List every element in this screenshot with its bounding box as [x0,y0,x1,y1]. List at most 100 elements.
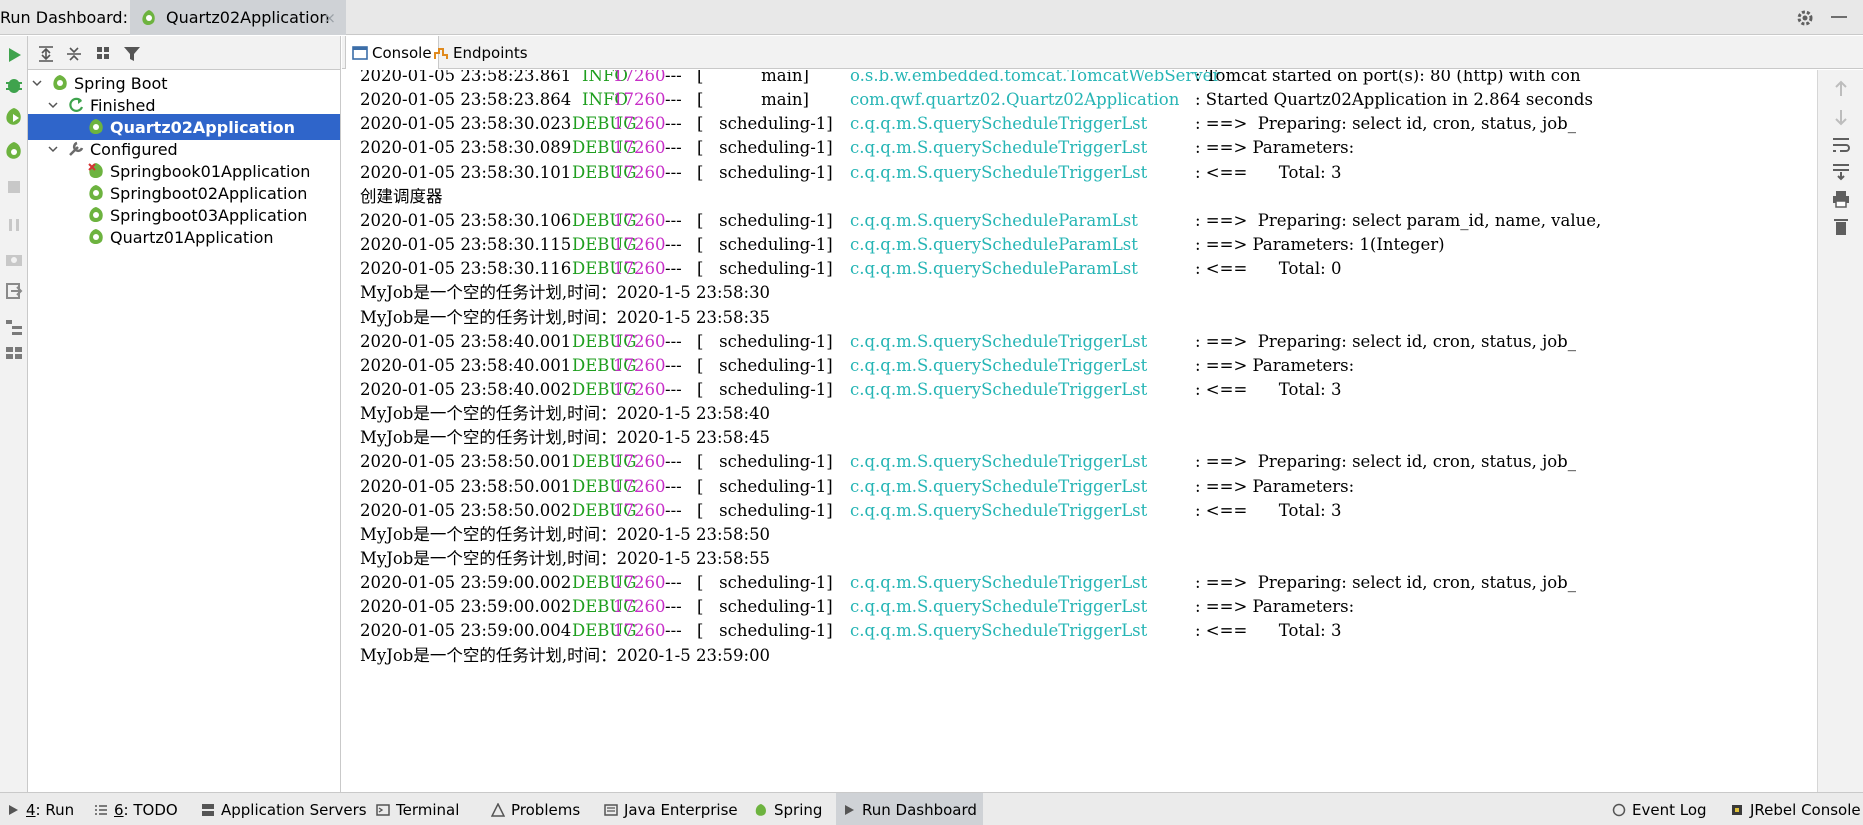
bottom-tab-terminal[interactable]: Terminal [370,793,465,825]
console-icon [352,45,368,61]
debug-spring-icon[interactable] [3,140,25,162]
stop-icon[interactable] [3,176,25,198]
wrench-icon [66,139,86,159]
tab-label: Quartz02Application [166,8,330,27]
terminal-icon [376,803,390,817]
run-dashboard-title: Run Dashboard: [0,8,128,27]
scroll-up-icon[interactable] [1830,78,1852,100]
log-plain-text: MyJob是一个空的任务计划,时间：2020-1-5 23:59:00 [360,645,771,665]
problems-icon [491,802,505,817]
bottom-tab-shortcut: 4 [26,800,36,819]
run-icon [6,803,20,817]
bottom-tab-label: Application Servers [221,800,367,819]
print-icon[interactable] [1830,188,1852,210]
left-toolbar [0,36,28,792]
run-configurations-tree: Spring Boot Finished Quartz02Application… [28,70,341,792]
app-servers-icon [201,803,215,817]
bottom-tab-jrebel-console[interactable]: JRebel Console [1724,793,1863,825]
log-plain-text: MyJob是一个空的任务计划,时间：2020-1-5 23:58:40 [360,404,771,424]
bottom-tab-application-servers[interactable]: Application Servers [195,793,373,825]
bottom-tab-shortcut: 6 [114,800,124,819]
collapse-all-icon[interactable] [64,44,84,64]
java-enterprise-icon [604,803,618,817]
tree-label: Configured [90,139,178,159]
bottom-tab-todo[interactable]: 6: TODO [88,793,184,825]
log-plain-text: MyJob是一个空的任务计划,时间：2020-1-5 23:58:50 [360,524,771,544]
bottom-tab-run-dashboard[interactable]: Run Dashboard [836,793,983,825]
bottom-tab-event-log[interactable]: Event Log [1606,793,1713,825]
pause-icon[interactable] [3,214,25,236]
run-dashboard-icon [842,803,856,817]
debug-icon[interactable] [3,74,25,96]
bottom-tab-label: Java Enterprise [624,800,738,819]
bottom-tab-spring[interactable]: Spring [748,793,828,825]
bottom-tab-java-enterprise[interactable]: Java Enterprise [598,793,744,825]
expand-all-icon[interactable] [36,44,56,64]
trash-icon[interactable] [1830,216,1852,238]
tree-item-quartz01application[interactable]: Quartz01Application [28,224,340,250]
spring-icon [754,803,768,817]
log-line: MyJob是一个空的任务计划,时间：2020-1-5 23:59:00 [360,642,1817,670]
event-log-icon [1612,803,1626,817]
tree-label: Springbook01Application [110,161,311,181]
chevron-down-icon[interactable] [46,98,60,112]
jrebel-icon [1730,803,1744,817]
bottom-tab-label: Event Log [1632,800,1707,819]
layout-icon[interactable] [3,342,25,364]
tree-toolbar [28,36,341,70]
bottom-tool-window-bar: 4: Run 6: TODO Application Servers Terminal… [0,792,1863,825]
tab-console-label: Console [372,43,432,62]
minimize-icon[interactable] [1831,16,1847,18]
camera-icon[interactable] [3,248,25,270]
spring-boot-icon [86,205,106,225]
tab-endpoints[interactable]: Endpoints [427,36,534,69]
tree-label: Quartz02Application [110,117,295,137]
tree-label: Spring Boot [74,73,168,93]
run-spring-icon[interactable] [3,106,25,128]
group-by-icon[interactable] [94,44,114,64]
filter-icon[interactable] [122,44,142,64]
tree-label: Finished [90,95,156,115]
bottom-tab-run[interactable]: 4: Run [0,793,80,825]
tree-label: Springboot03Application [110,205,308,225]
scroll-to-end-icon[interactable] [1830,160,1852,182]
title-bar: Run Dashboard: Quartz02Application × [0,0,1863,35]
tree-view-icon[interactable] [3,316,25,338]
close-tab-icon[interactable]: × [323,9,336,27]
tab-quartz02application[interactable]: Quartz02Application × [130,0,346,35]
console-tabs: Console Endpoints [342,36,1863,69]
tree-label: Quartz01Application [110,227,274,247]
console-output[interactable]: 2020-01-05 23:58:23.861 INFO 17260 ---[ mai… [342,70,1817,792]
tab-console[interactable]: Console [345,36,439,69]
bottom-tab-label: Spring [774,800,823,819]
scroll-down-icon[interactable] [1830,106,1852,128]
chevron-down-icon[interactable] [30,76,44,90]
tab-endpoints-label: Endpoints [453,43,528,62]
log-plain-text: MyJob是一个空的任务计划,时间：2020-1-5 23:58:55 [360,549,771,568]
run-icon[interactable] [3,44,25,66]
todo-icon [94,803,108,817]
log-plain-text: MyJob是一个空的任务计划,时间：2020-1-5 23:58:45 [360,428,771,448]
spring-boot-icon [86,227,106,247]
spring-boot-icon [140,9,158,27]
soft-wrap-icon[interactable] [1830,134,1852,156]
bottom-tab-label: JRebel Console [1750,800,1861,819]
bottom-tab-label: : TODO [123,800,178,819]
rerun-icon [66,95,86,115]
bottom-tab-problems[interactable]: Problems [485,793,586,825]
bottom-tab-label: Problems [511,800,581,819]
bottom-tab-label: : Run [35,800,75,819]
chevron-down-icon[interactable] [46,142,60,156]
spring-boot-icon [86,183,106,203]
bottom-tab-label: Terminal [396,800,460,819]
spring-boot-icon [86,117,106,137]
console-right-toolbar [1817,70,1863,792]
exit-icon[interactable] [3,280,25,302]
gear-icon[interactable] [1796,9,1814,27]
log-plain-text: MyJob是一个空的任务计划,时间：2020-1-5 23:58:35 [360,307,771,327]
spring-boot-icon [50,73,70,93]
endpoints-icon [433,45,449,61]
spring-boot-error-icon [86,161,106,181]
tree-label: Springboot02Application [110,183,308,203]
log-plain-text: MyJob是一个空的任务计划,时间：2020-1-5 23:58:30 [360,283,771,303]
